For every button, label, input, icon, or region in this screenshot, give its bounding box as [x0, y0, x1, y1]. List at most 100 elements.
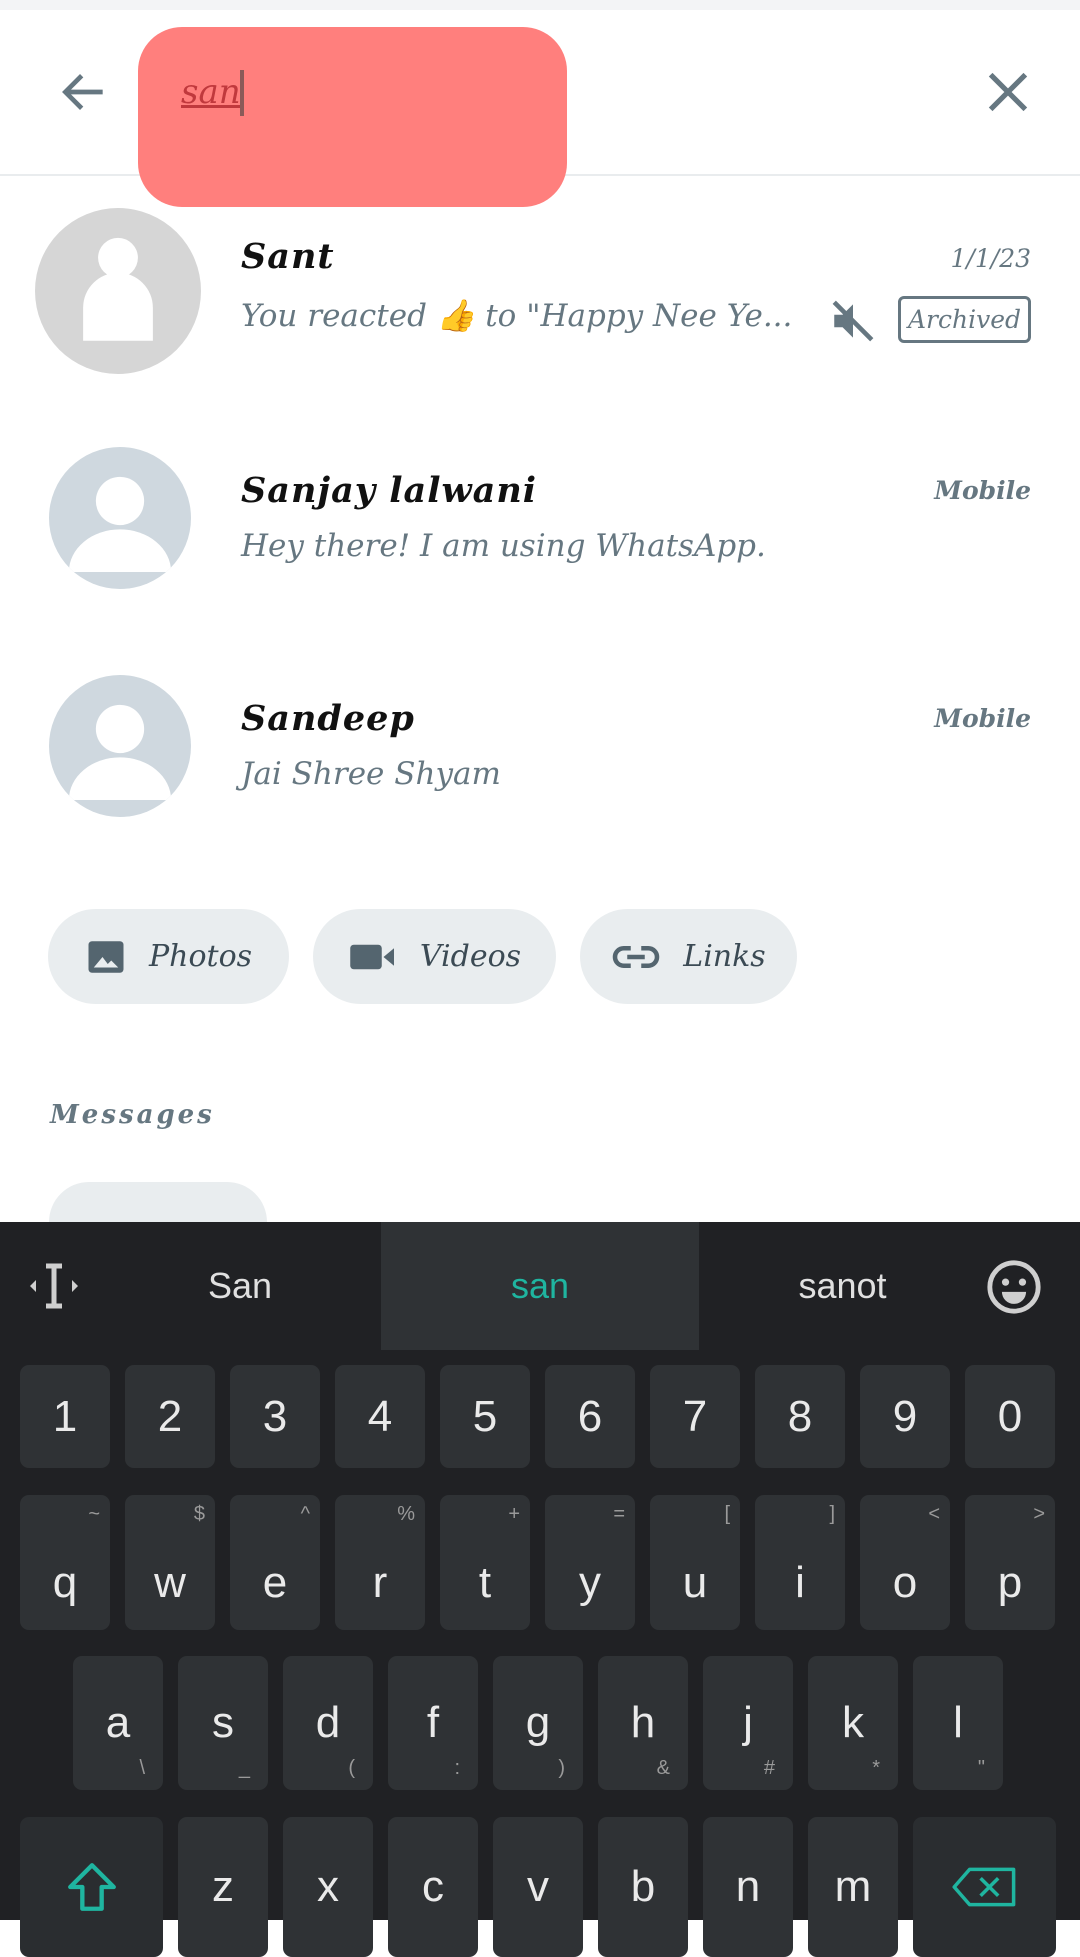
key-label: j [743, 1698, 753, 1747]
text-cursor [240, 70, 244, 116]
contact-status: Jai Shree Shyam [241, 756, 501, 792]
key-0[interactable]: 0 [965, 1365, 1055, 1468]
key-c[interactable]: c [388, 1817, 478, 1957]
key-alt-label: < [928, 1503, 940, 1525]
key-alt-label: % [397, 1503, 415, 1525]
key-alt-label: + [508, 1503, 520, 1525]
key-l[interactable]: l " [913, 1656, 1003, 1790]
key-e[interactable]: e ^ [230, 1495, 320, 1630]
key-label: i [795, 1557, 805, 1607]
key-label: x [317, 1862, 339, 1911]
key-4[interactable]: 4 [335, 1365, 425, 1468]
key-label: w [154, 1557, 186, 1607]
key-label: n [735, 1862, 761, 1911]
key-q[interactable]: q ~ [20, 1495, 110, 1630]
result-row[interactable]: Sandeep Mobile Jai Shree Shyam [0, 668, 1080, 828]
key-w[interactable]: w $ [125, 1495, 215, 1630]
key-alt-label: ) [558, 1757, 565, 1779]
key-a[interactable]: a \ [73, 1656, 163, 1790]
key-f[interactable]: f: [388, 1656, 478, 1790]
key-alt-label: [ [724, 1503, 730, 1525]
key-alt-label: > [1033, 1503, 1045, 1525]
key-g[interactable]: g) [493, 1656, 583, 1790]
emoji-icon[interactable] [985, 1258, 1043, 1316]
key-7[interactable]: 7 [650, 1365, 740, 1468]
key-o[interactable]: o < [860, 1495, 950, 1630]
search-input[interactable]: san [181, 72, 241, 112]
archived-badge: Archived [898, 296, 1031, 343]
key-x[interactable]: x [283, 1817, 373, 1957]
key-t[interactable]: t + [440, 1495, 530, 1630]
contact-label: Mobile [934, 704, 1031, 733]
key-b[interactable]: b [598, 1817, 688, 1957]
filter-photos-button[interactable]: Photos [48, 909, 289, 1004]
key-u[interactable]: u[ [650, 1495, 740, 1630]
key-label: o [892, 1557, 918, 1607]
key-5[interactable]: 5 [440, 1365, 530, 1468]
key-label: 3 [262, 1391, 288, 1441]
key-label: 0 [997, 1391, 1023, 1441]
backspace-key[interactable] [913, 1817, 1056, 1957]
contact-name: Sant [241, 236, 335, 277]
key-9[interactable]: 9 [860, 1365, 950, 1468]
chip-label: Links [683, 939, 766, 974]
key-label: 2 [157, 1391, 183, 1441]
cursor-control-icon[interactable] [28, 1258, 80, 1314]
key-k[interactable]: k * [808, 1656, 898, 1790]
result-row[interactable]: Sant 1/1/23 You reacted 👍 to "Happy Nee … [0, 200, 1080, 390]
key-label: 6 [577, 1391, 603, 1441]
key-m[interactable]: m [808, 1817, 898, 1957]
key-label: y [579, 1557, 601, 1607]
search-input-redaction[interactable] [138, 27, 567, 207]
key-label: q [52, 1557, 78, 1607]
key-6[interactable]: 6 [545, 1365, 635, 1468]
key-2[interactable]: 2 [125, 1365, 215, 1468]
key-label: 8 [787, 1391, 813, 1441]
link-icon [613, 945, 660, 968]
key-d[interactable]: d( [283, 1656, 373, 1790]
key-alt-label: # [763, 1757, 775, 1779]
key-label: d [315, 1698, 341, 1747]
muted-icon [832, 300, 874, 342]
close-icon[interactable] [982, 66, 1034, 118]
key-3[interactable]: 3 [230, 1365, 320, 1468]
key-label: k [842, 1698, 864, 1747]
key-label: m [834, 1862, 872, 1911]
key-p[interactable]: p > [965, 1495, 1055, 1630]
chip-label: Photos [148, 939, 253, 974]
key-alt-label: ] [829, 1503, 835, 1525]
suggestion[interactable]: sanot [710, 1222, 975, 1350]
key-v[interactable]: v [493, 1817, 583, 1957]
backspace-icon [951, 1867, 1015, 1907]
shift-key[interactable] [20, 1817, 163, 1957]
key-label: z [212, 1862, 234, 1911]
key-alt-label: = [613, 1503, 625, 1525]
back-arrow-icon[interactable] [56, 64, 112, 120]
key-alt-label: _ [238, 1757, 250, 1779]
suggestion-selected[interactable]: san [381, 1222, 699, 1350]
contact-status: Hey there! I am using WhatsApp. [241, 528, 766, 564]
suggestion[interactable]: San [110, 1222, 370, 1350]
key-j[interactable]: j # [703, 1656, 793, 1790]
result-row[interactable]: Sanjay lalwani Mobile Hey there! I am us… [0, 440, 1080, 600]
key-label: c [422, 1862, 444, 1911]
key-label: r [372, 1557, 388, 1607]
chip-label: Videos [419, 939, 522, 974]
key-z[interactable]: z [178, 1817, 268, 1957]
key-alt-label: ( [348, 1757, 355, 1779]
key-i[interactable]: i] [755, 1495, 845, 1630]
key-label: v [527, 1862, 549, 1911]
key-label: l [953, 1698, 963, 1747]
key-h[interactable]: h & [598, 1656, 688, 1790]
key-y[interactable]: y = [545, 1495, 635, 1630]
key-8[interactable]: 8 [755, 1365, 845, 1468]
key-n[interactable]: n [703, 1817, 793, 1957]
key-alt-label: \ [139, 1757, 145, 1779]
key-label: e [262, 1557, 288, 1607]
key-label: a [105, 1698, 131, 1747]
key-s[interactable]: s _ [178, 1656, 268, 1790]
key-r[interactable]: r% [335, 1495, 425, 1630]
filter-videos-button[interactable]: Videos [313, 909, 556, 1004]
filter-links-button[interactable]: Links [580, 909, 797, 1004]
key-1[interactable]: 1 [20, 1365, 110, 1468]
